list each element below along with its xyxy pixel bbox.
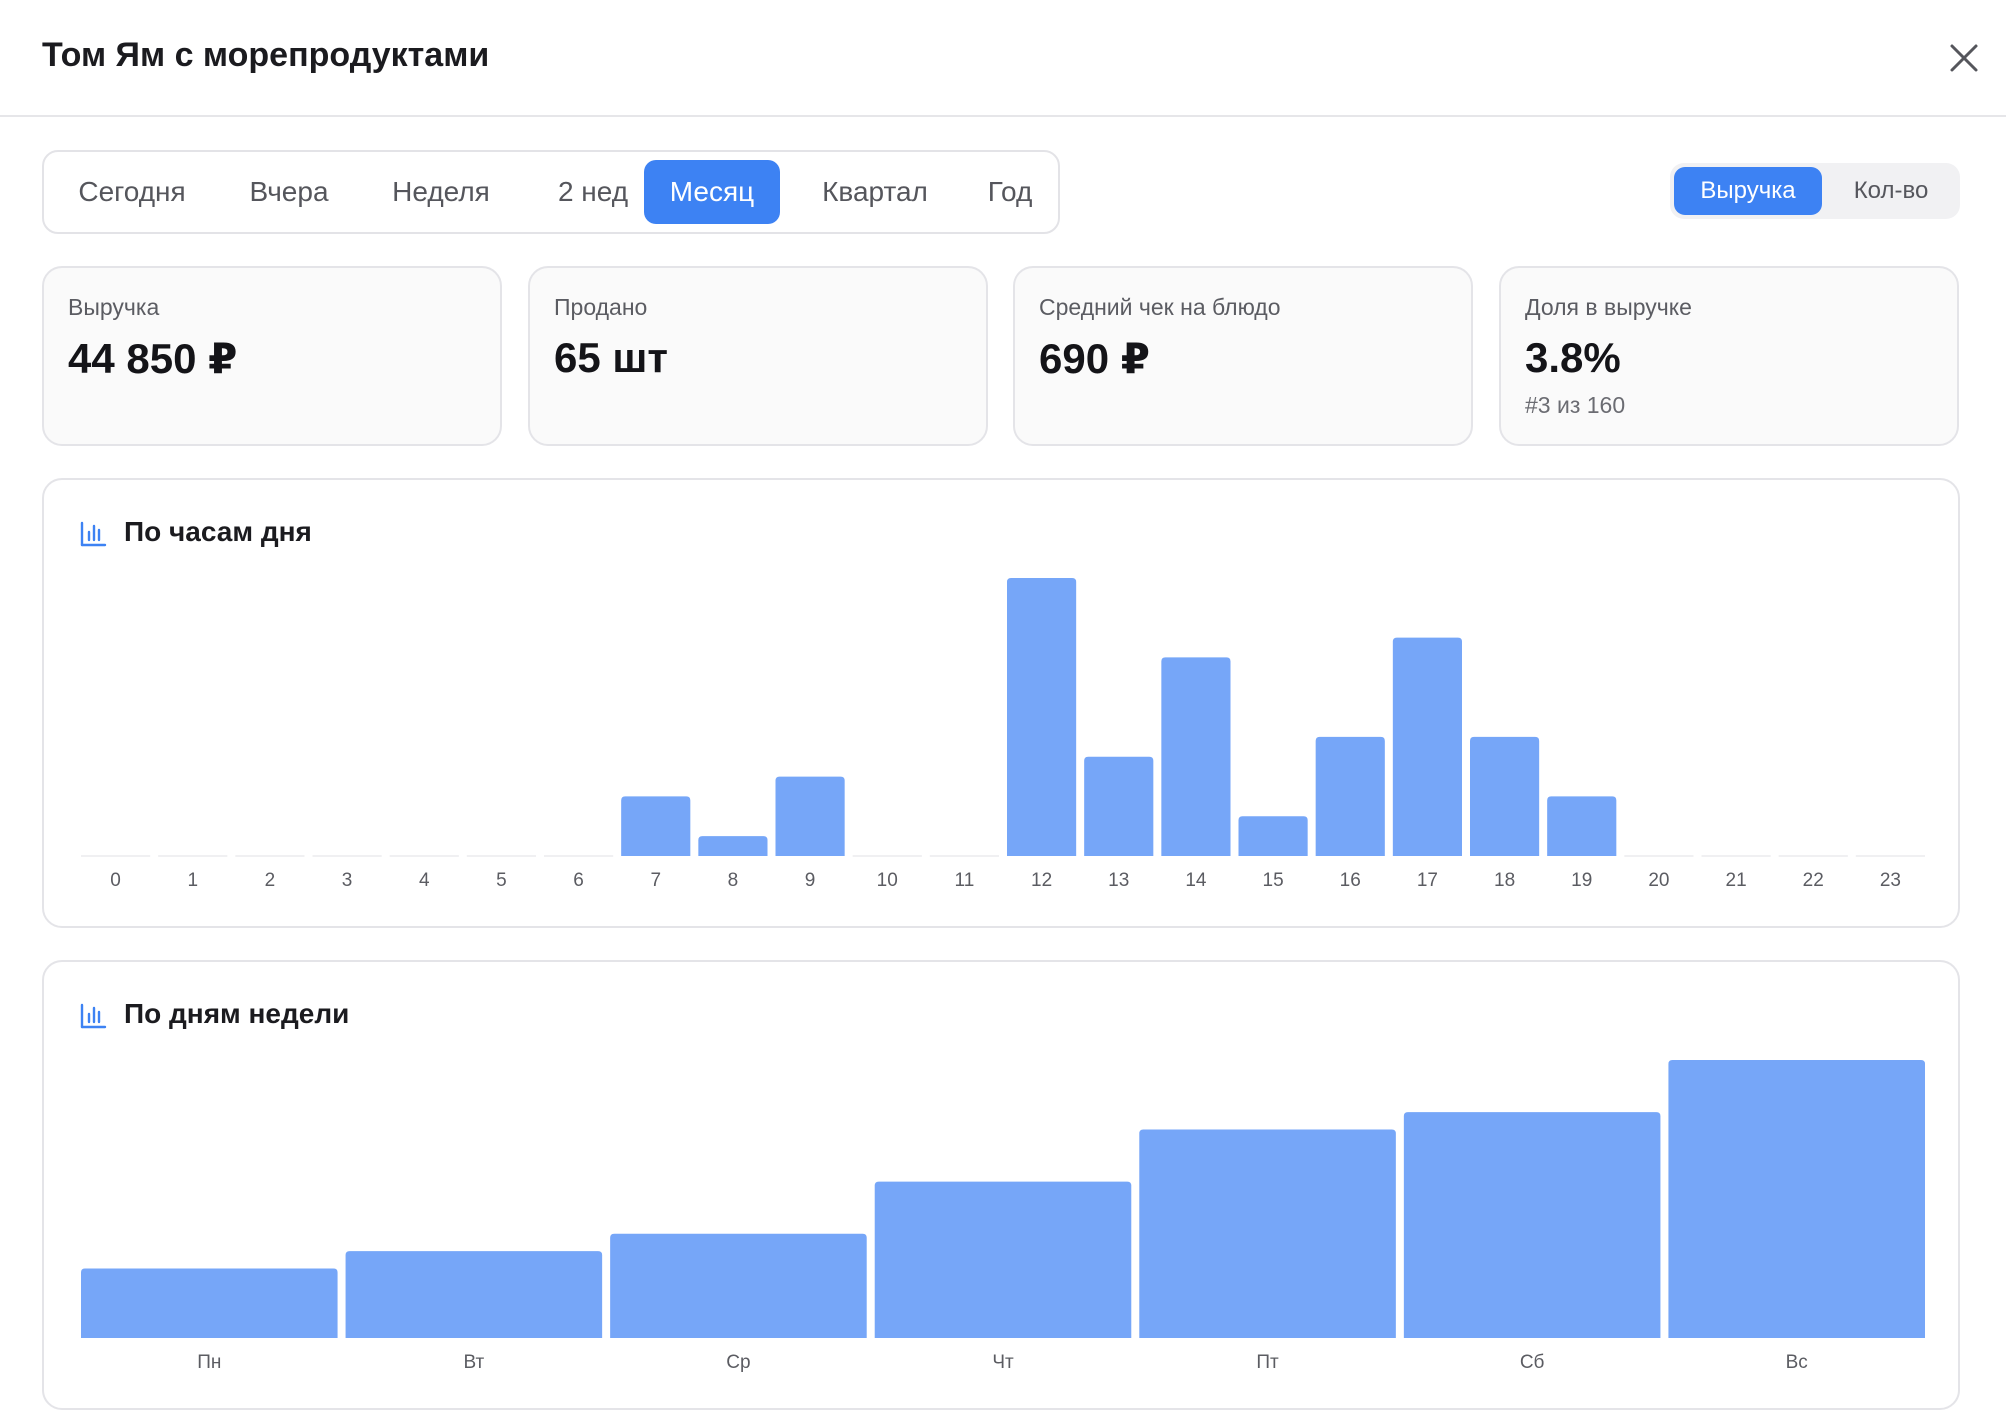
revenue-toggle-button[interactable]: Выручка — [1674, 167, 1822, 215]
bar-Ср[interactable] — [610, 1233, 867, 1338]
x-tick-label: 3 — [342, 870, 353, 891]
sold-label: Продано — [554, 294, 648, 320]
x-tick-label: 14 — [1185, 870, 1207, 891]
bar-baseline-23 — [1855, 855, 1925, 857]
x-tick-label: 11 — [955, 870, 975, 891]
bar-baseline-4 — [389, 855, 459, 857]
x-tick-label: Вс — [1786, 1352, 1808, 1373]
revenue-card: Выручка 44 850 ₽ — [42, 266, 502, 446]
x-tick-label: 2 — [265, 870, 276, 891]
share-rank: #3 из 160 — [1525, 392, 1626, 418]
sold-value: 65 шт — [554, 334, 668, 381]
bar-baseline-21 — [1701, 855, 1771, 857]
bar-Пт[interactable] — [1139, 1129, 1396, 1339]
close-icon[interactable] — [1944, 38, 1984, 78]
x-tick-label: Пт — [1256, 1352, 1279, 1373]
sold-card: Продано 65 шт — [528, 266, 988, 446]
bar-baseline-3 — [312, 855, 382, 857]
bar-17[interactable] — [1392, 637, 1462, 856]
bar-baseline-11 — [929, 855, 999, 857]
x-tick-label: 15 — [1263, 870, 1284, 891]
bar-9[interactable] — [775, 776, 845, 856]
bar-Вт[interactable] — [345, 1251, 603, 1338]
bar-baseline-6 — [544, 855, 614, 857]
share-card: Доля в выручке 3.8% #3 из 160 — [1499, 266, 1959, 446]
x-tick-label: 13 — [1108, 870, 1129, 891]
bar-baseline-22 — [1778, 855, 1848, 857]
bar-Сб[interactable] — [1403, 1112, 1661, 1338]
avg-check-card: Средний чек на блюдо 690 ₽ — [1013, 266, 1473, 446]
x-tick-label: 1 — [187, 870, 198, 891]
hourly-chart-panel: По часам дня 0 1 2 3 4 5 6 7 8 9 10 11 12 13 14 15 16 17 1… — [42, 478, 1960, 928]
bar-Чт[interactable] — [874, 1181, 1132, 1338]
bar-12[interactable] — [1007, 578, 1077, 856]
period-yesterday[interactable]: Вчера — [224, 160, 354, 224]
weekday-bar-chart: Пн Вт Ср Чт Пт Сб Вс — [81, 1060, 1925, 1373]
bar-19[interactable] — [1547, 796, 1617, 856]
period-year[interactable]: Год — [970, 160, 1050, 224]
avg-check-value: 690 ₽ — [1039, 335, 1150, 382]
bar-baseline-0 — [81, 855, 151, 857]
x-tick-label: 16 — [1340, 870, 1361, 891]
period-week[interactable]: Неделя — [366, 160, 516, 224]
x-tick-label: Чт — [992, 1352, 1014, 1373]
bar-baseline-10 — [852, 855, 922, 857]
period-month[interactable]: Месяц — [644, 160, 780, 224]
period-selector: Сегодня Вчера Неделя 2 нед Месяц Квартал… — [42, 150, 1060, 234]
bar-baseline-5 — [466, 855, 536, 857]
avg-check-label: Средний чек на блюдо — [1039, 294, 1281, 320]
x-tick-label: 21 — [1726, 870, 1747, 891]
x-tick-label: 8 — [728, 870, 739, 891]
hourly-bar-chart: 0 1 2 3 4 5 6 7 8 9 10 11 12 13 14 15 16 17 18 19 20 21 22 23 — [81, 578, 1925, 891]
bar-16[interactable] — [1315, 736, 1385, 856]
bar-14[interactable] — [1161, 657, 1231, 856]
quantity-toggle-button[interactable]: Кол-во — [1826, 167, 1956, 215]
bar-13[interactable] — [1084, 756, 1154, 856]
x-tick-label: 6 — [573, 870, 584, 891]
x-tick-label: 7 — [650, 870, 661, 891]
share-label: Доля в выручке — [1525, 294, 1692, 320]
page-title: Том Ям с морепродуктами — [42, 36, 490, 74]
bar-18[interactable] — [1470, 736, 1540, 856]
x-tick-label: 4 — [419, 870, 430, 891]
x-tick-label: Ср — [726, 1352, 750, 1373]
period-today[interactable]: Сегодня — [52, 160, 212, 224]
period-quarter[interactable]: Квартал — [792, 160, 958, 224]
bar-baseline-2 — [235, 855, 305, 857]
revenue-value: 44 850 ₽ — [68, 335, 238, 382]
x-tick-label: 9 — [805, 870, 816, 891]
x-tick-label: 5 — [496, 870, 507, 891]
weekday-chart-panel: По дням недели Пн Вт Ср Чт Пт Сб Вс — [42, 960, 1960, 1410]
modal-header: Том Ям с морепродуктами — [0, 0, 2006, 117]
x-tick-label: Сб — [1520, 1352, 1545, 1373]
bar-15[interactable] — [1238, 816, 1308, 856]
bar-8[interactable] — [698, 836, 768, 856]
x-tick-label: 18 — [1494, 870, 1515, 891]
x-tick-label: Вт — [463, 1352, 484, 1373]
revenue-label: Выручка — [68, 294, 160, 320]
bar-Вс[interactable] — [1668, 1060, 1925, 1338]
bar-baseline-1 — [158, 855, 228, 857]
share-value: 3.8% — [1525, 334, 1621, 381]
x-tick-label: 22 — [1803, 870, 1824, 891]
period-2weeks[interactable]: 2 нед — [528, 160, 658, 224]
x-tick-label: 0 — [110, 870, 121, 891]
x-tick-label: 17 — [1417, 870, 1438, 891]
bar-7[interactable] — [621, 796, 691, 856]
x-tick-label: 19 — [1571, 870, 1592, 891]
x-tick-label: 23 — [1880, 870, 1901, 891]
bar-Пн[interactable] — [81, 1268, 338, 1339]
x-tick-label: 10 — [877, 870, 898, 891]
x-tick-label: Пн — [197, 1352, 221, 1373]
x-tick-label: 20 — [1648, 870, 1669, 891]
bar-baseline-20 — [1624, 855, 1694, 857]
metric-toggle: Выручка Кол-во — [1670, 163, 1960, 219]
x-tick-label: 12 — [1031, 870, 1052, 891]
